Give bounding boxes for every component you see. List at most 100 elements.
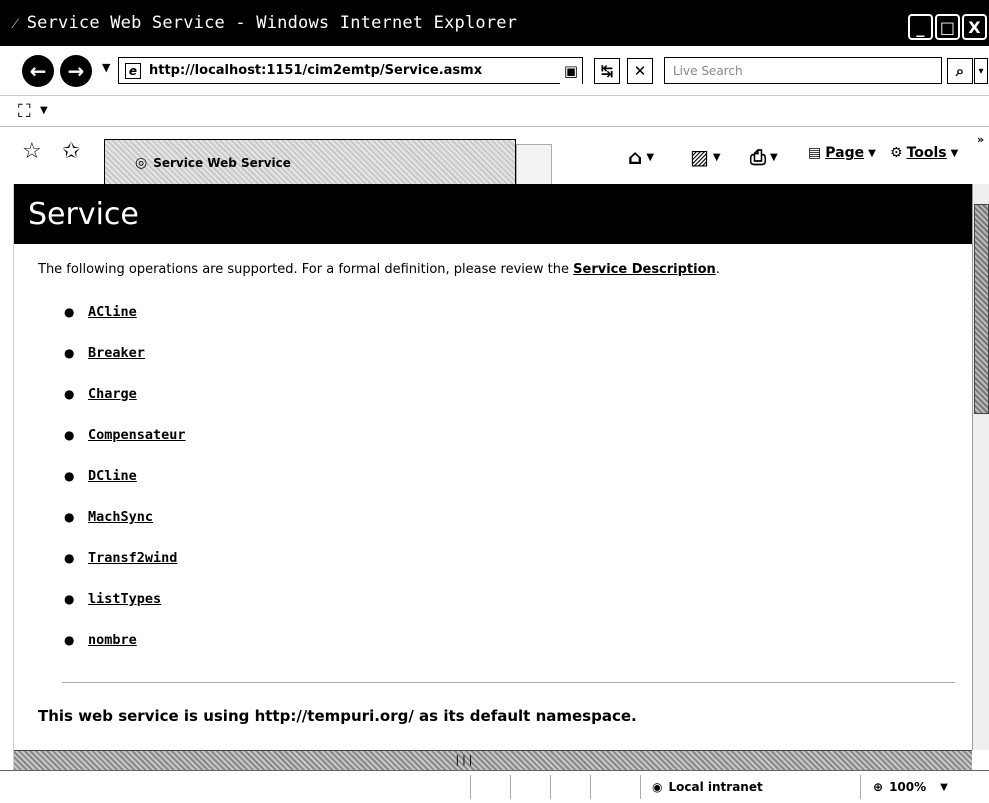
print-button[interactable]: ⎙ ▼ [750, 145, 778, 169]
tab-service-web-service[interactable]: ◎ Service Web Service [104, 139, 516, 185]
translate-icon[interactable]: ⛶ [18, 101, 31, 122]
bullet-icon: ● [64, 304, 75, 319]
bullet-icon: ● [64, 427, 75, 442]
list-item: ● Breaker [64, 332, 972, 373]
status-divider [470, 775, 471, 799]
bullet-icon: ● [64, 509, 75, 524]
list-item: ● Transf2wind [64, 537, 972, 578]
operation-link-breaker[interactable]: Breaker [88, 345, 145, 361]
status-divider [860, 775, 861, 799]
operation-link-dcline[interactable]: DCline [88, 468, 137, 484]
maximize-button[interactable]: □ [935, 14, 960, 40]
operation-link-listtypes[interactable]: listTypes [88, 591, 161, 607]
search-button[interactable]: ⌕ [947, 58, 973, 84]
bullet-icon: ● [64, 550, 75, 565]
translate-dropdown[interactable]: ▼ [40, 105, 48, 116]
bullet-icon: ● [64, 345, 75, 360]
chevron-overflow-icon[interactable]: » [977, 133, 984, 146]
favorites-star-icon[interactable]: ☆ [22, 139, 42, 164]
bullet-icon: ● [64, 386, 75, 401]
search-input[interactable]: Live Search [664, 57, 942, 84]
list-item: ● ACline [64, 291, 972, 332]
page-menu-button[interactable]: ▤ Page ▼ [808, 145, 876, 161]
home-icon: ⌂ [628, 145, 643, 169]
compatibility-icon[interactable]: ▣ [560, 58, 582, 84]
divider [62, 682, 955, 683]
list-item: ● listTypes [64, 578, 972, 619]
rss-feed-icon: ▨ [690, 145, 709, 169]
operation-link-acline[interactable]: ACline [88, 304, 137, 320]
intranet-globe-icon: ◉ [652, 780, 663, 794]
vertical-scrollbar[interactable] [972, 184, 989, 750]
search-options-dropdown[interactable]: ▾ [974, 58, 988, 84]
refresh-icon: ↹ [600, 62, 614, 80]
scroll-grip-icon: ||| [454, 753, 474, 766]
back-button[interactable]: ← [22, 55, 54, 87]
add-favorites-icon[interactable]: ✩ [62, 139, 80, 164]
zoom-level: 100% [889, 780, 927, 794]
url-text: http://localhost:1151/cim2emtp/Service.a… [149, 63, 483, 78]
zone-label: Local intranet [668, 780, 763, 794]
page-heading: Service [14, 184, 972, 244]
minimize-button[interactable]: _ [908, 14, 933, 40]
window-left-edge [0, 184, 14, 770]
vertical-scroll-thumb[interactable] [974, 204, 989, 414]
window-title: Service Web Service - Windows Internet E… [26, 13, 518, 33]
search-icon: ⌕ [955, 62, 965, 80]
status-bar: ◉ Local intranet ⊕ 100% ▼ [0, 770, 989, 803]
zoom-control[interactable]: ⊕ 100% ▼ [873, 780, 948, 794]
namespace-notice: This web service is using http://tempuri… [38, 707, 637, 725]
status-divider [640, 775, 641, 799]
printer-icon: ⎙ [750, 145, 766, 169]
list-item: ● Charge [64, 373, 972, 414]
list-item: ● DCline [64, 455, 972, 496]
intro-end: . [715, 262, 720, 277]
bullet-icon: ● [64, 591, 75, 606]
tab-bar: ☆ ✩ ◎ Service Web Service ⌂ ▼ ▨ ▼ ⎙ ▼ ▤ Pag… [0, 126, 989, 185]
list-item: ● Compensateur [64, 414, 972, 455]
operation-link-transf2wind[interactable]: Transf2wind [88, 550, 177, 566]
address-bar[interactable]: e http://localhost:1151/cim2emtp/Service… [118, 57, 583, 84]
operation-link-compensateur[interactable]: Compensateur [88, 427, 186, 443]
intro-text: The following operations are supported. … [38, 262, 574, 277]
operation-link-nombre[interactable]: nombre [88, 632, 137, 648]
forward-arrow-icon: → [67, 59, 85, 83]
status-divider [590, 775, 591, 799]
status-divider [550, 775, 551, 799]
tools-menu-label: Tools [906, 145, 947, 161]
bullet-icon: ● [64, 632, 75, 647]
back-arrow-icon: ← [29, 59, 47, 83]
security-zone[interactable]: ◉ Local intranet [652, 780, 763, 794]
intro-paragraph: The following operations are supported. … [38, 262, 972, 277]
page-icon: e [125, 62, 141, 79]
operation-link-machsync[interactable]: MachSync [88, 509, 153, 525]
page-menu-label: Page [825, 145, 865, 161]
forward-button[interactable]: → [60, 55, 92, 87]
new-tab-button[interactable] [516, 144, 552, 185]
zoom-dropdown-icon: ▼ [940, 781, 948, 793]
refresh-button[interactable]: ↹ [594, 58, 620, 84]
close-window-button[interactable]: X [962, 14, 987, 40]
tab-label: Service Web Service [153, 155, 291, 170]
home-button[interactable]: ⌂ ▼ [628, 145, 654, 169]
tools-menu-button[interactable]: ⚙ Tools ▼ [890, 145, 958, 161]
horizontal-scrollbar[interactable]: ||| [14, 750, 972, 770]
status-divider [510, 775, 511, 799]
bullet-icon: ● [64, 468, 75, 483]
toolbar-row: ⛶ ▼ [0, 96, 989, 126]
tab-page-icon: ◎ [135, 154, 148, 171]
service-description-link[interactable]: Service Description [573, 262, 716, 277]
stop-button[interactable]: ✕ [627, 58, 653, 84]
recent-pages-dropdown[interactable]: ▼ [102, 61, 110, 74]
ie-logo-icon: ⁄ [14, 13, 17, 32]
list-item: ● MachSync [64, 496, 972, 537]
page-icon-small: ▤ [808, 145, 822, 161]
navigation-bar: ← → ▼ e http://localhost:1151/cim2emtp/S… [0, 46, 989, 96]
gear-icon: ⚙ [890, 145, 903, 161]
operations-list: ● ACline ● Breaker ● Charge ● Compensateur ●… [64, 291, 972, 660]
stop-icon: ✕ [633, 62, 647, 80]
operation-link-charge[interactable]: Charge [88, 386, 137, 402]
search-placeholder: Live Search [673, 63, 743, 78]
feeds-button[interactable]: ▨ ▼ [690, 145, 721, 169]
title-bar: ⁄ Service Web Service - Windows Internet… [0, 0, 989, 46]
